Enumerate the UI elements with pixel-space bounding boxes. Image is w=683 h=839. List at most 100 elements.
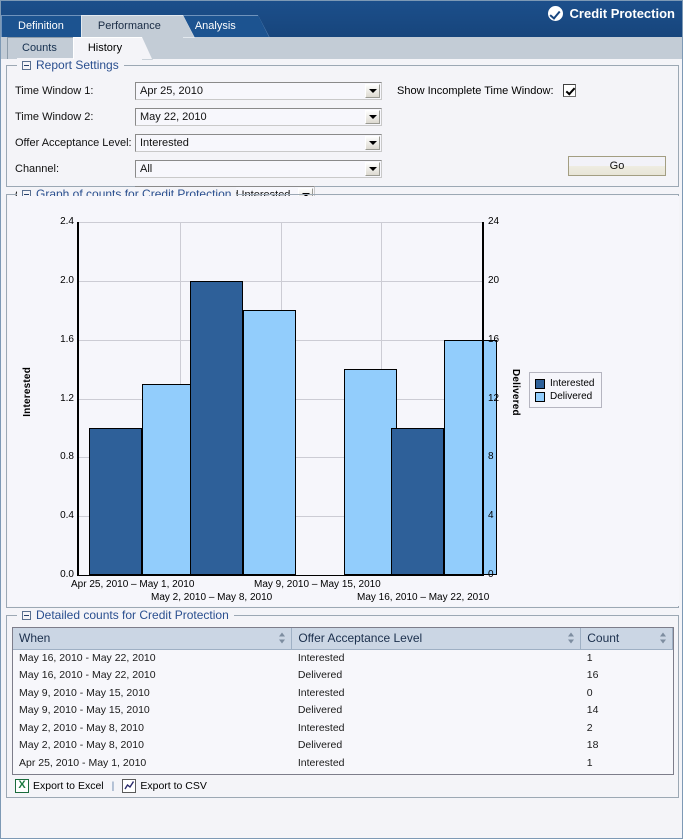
legend-label-interested: Interested	[550, 378, 595, 389]
go-button-label: Go	[609, 160, 625, 172]
table-row[interactable]: May 9, 2010 - May 15, 2010 Interested 0	[13, 684, 673, 702]
graph-panel: Graph of counts for Credit Protection 0.…	[6, 187, 679, 608]
table-row[interactable]: May 2, 2010 - May 8, 2010 Delivered 18	[13, 737, 673, 755]
show-incomplete-time-window-label: Show Incomplete Time Window:	[397, 84, 554, 97]
tab-performance[interactable]: Performance	[80, 15, 195, 38]
column-header-when-label: When	[19, 631, 51, 646]
legend-swatch-delivered	[535, 391, 545, 402]
bar-interested-0[interactable]	[89, 428, 142, 575]
y-axis-left-title: Interested	[22, 366, 33, 417]
table-row[interactable]: Apr 25, 2010 - May 1, 2010 Interested 1	[13, 754, 673, 772]
y-tick-right: 20	[488, 274, 500, 286]
table-cell-count: 14	[586, 704, 599, 717]
table-row[interactable]: Apr 25, 2010 - May 1, 2010Delivered13	[13, 772, 673, 775]
tab-counts[interactable]: Counts	[7, 37, 88, 60]
bar-interested-1[interactable]	[190, 281, 243, 575]
details-table-wrapper[interactable]: When Offer Acceptance Level Count May 16…	[12, 627, 674, 775]
time-window-2-value: May 22, 2010	[140, 110, 207, 123]
sort-icon[interactable]	[279, 632, 286, 644]
bar-delivered-2[interactable]	[344, 369, 397, 575]
table-row[interactable]: May 16, 2010 - May 22, 2010 Interested 1	[13, 649, 673, 667]
sub-tab-bar: Counts History	[1, 37, 682, 60]
application-window: Credit Protection Definition Performance…	[0, 0, 683, 839]
time-window-1-value: Apr 25, 2010	[140, 84, 203, 97]
table-cell-when: Apr 25, 2010 - May 1, 2010	[13, 772, 292, 775]
time-window-2-select[interactable]: May 22, 2010	[135, 107, 382, 126]
details-panel: Detailed counts for Credit Protection Wh…	[6, 608, 679, 798]
channel-select[interactable]: All	[135, 159, 382, 178]
y-tick-left: 1.2	[60, 392, 74, 404]
chevron-down-icon[interactable]	[365, 135, 380, 150]
plot-area	[79, 222, 497, 575]
tab-definition-label: Definition	[18, 20, 64, 32]
chevron-down-icon[interactable]	[365, 83, 380, 98]
y-tick-left: 0.4	[60, 510, 74, 522]
report-settings-panel: Report Settings Time Window 1: Apr 25, 2…	[6, 58, 679, 204]
details-panel-title-label: Detailed counts for Credit Protection	[36, 608, 229, 622]
excel-icon: X	[15, 778, 29, 793]
table-row[interactable]: May 9, 2010 - May 15, 2010 Delivered 14	[13, 702, 673, 720]
tab-definition[interactable]: Definition	[1, 15, 98, 38]
column-header-offer-acceptance-level[interactable]: Offer Acceptance Level	[291, 628, 582, 650]
legend-item: Delivered	[535, 390, 594, 403]
table-row[interactable]: May 2, 2010 - May 8, 2010 Interested 2	[13, 719, 673, 737]
chart-legend: Interested Delivered	[529, 372, 603, 408]
brand-header: Credit Protection	[547, 6, 675, 21]
column-header-level-label: Offer Acceptance Level	[298, 631, 423, 646]
y-tick-right: 0	[488, 569, 494, 580]
table-cell-count: 1	[586, 652, 593, 664]
table-cell-level: Delivered	[297, 739, 343, 752]
bar-delivered-0[interactable]	[142, 384, 195, 575]
table-row[interactable]: May 16, 2010 - May 22, 2010 Delivered 16	[13, 667, 673, 685]
page-title: Credit Protection	[569, 6, 675, 21]
y-tick-left: 1.6	[60, 333, 74, 345]
export-to-excel-label: Export to Excel	[33, 779, 104, 792]
table-cell-count: 16	[586, 669, 599, 682]
sub-tab-group: Counts History	[7, 37, 154, 60]
x-axis-line	[77, 575, 484, 576]
time-window-1-select[interactable]: Apr 25, 2010	[135, 81, 382, 100]
table-cell-when: May 16, 2010 - May 22, 2010	[19, 669, 156, 682]
export-to-csv-label: Export to CSV	[140, 779, 207, 792]
report-settings-form: Time Window 1: Apr 25, 2010 Show Incompl…	[7, 66, 678, 204]
collapse-icon[interactable]	[22, 610, 31, 620]
check-circle-icon	[547, 6, 563, 21]
bar-delivered-1[interactable]	[243, 310, 296, 575]
channel-label: Channel:	[15, 162, 60, 175]
table-cell-count: 18	[586, 739, 599, 752]
y-tick-right: 24	[488, 216, 500, 227]
table-body: May 16, 2010 - May 22, 2010 Interested 1 Ma…	[13, 649, 673, 775]
table-cell-level: Delivered	[292, 772, 581, 775]
sort-icon[interactable]	[660, 632, 667, 644]
chevron-down-icon[interactable]	[365, 161, 380, 176]
y-tick-left: 2.4	[60, 216, 74, 227]
show-incomplete-time-window-row: Show Incomplete Time Window:	[397, 84, 576, 97]
table-header-row: When Offer Acceptance Level Count	[13, 628, 673, 650]
x-axis-label-0: Apr 25, 2010 – May 1, 2010	[71, 579, 195, 590]
column-header-count[interactable]: Count	[580, 628, 673, 650]
tab-history[interactable]: History	[72, 37, 154, 60]
table-cell-when: May 9, 2010 - May 15, 2010	[19, 704, 150, 717]
table-cell-level: Interested	[297, 686, 345, 699]
column-header-when[interactable]: When	[13, 628, 293, 650]
y-axis-right-line	[482, 222, 484, 576]
table-cell-when: May 2, 2010 - May 8, 2010	[19, 721, 144, 734]
sort-icon[interactable]	[568, 632, 575, 644]
show-incomplete-time-window-checkbox[interactable]	[562, 84, 576, 97]
y-tick-right: 12	[488, 392, 500, 404]
bar-interested-3[interactable]	[391, 428, 444, 575]
export-bar: X Export to Excel | Export to CSV	[12, 776, 674, 795]
table-cell-level: Interested	[297, 756, 345, 769]
tab-history-label: History	[87, 42, 123, 54]
go-button[interactable]: Go	[568, 156, 666, 176]
legend-swatch-interested	[535, 378, 545, 389]
page-body: Report Settings Time Window 1: Apr 25, 2…	[1, 58, 682, 838]
offer-acceptance-level-select[interactable]: Interested	[135, 133, 382, 152]
tab-performance-label: Performance	[97, 20, 161, 32]
y-tick-left: 0.8	[60, 451, 74, 463]
y-tick-right: 4	[488, 510, 494, 522]
export-to-excel-button[interactable]: X Export to Excel	[15, 778, 104, 793]
table-cell-count: 0	[586, 686, 593, 699]
chevron-down-icon[interactable]	[365, 109, 380, 124]
export-to-csv-button[interactable]: Export to CSV	[122, 778, 207, 793]
